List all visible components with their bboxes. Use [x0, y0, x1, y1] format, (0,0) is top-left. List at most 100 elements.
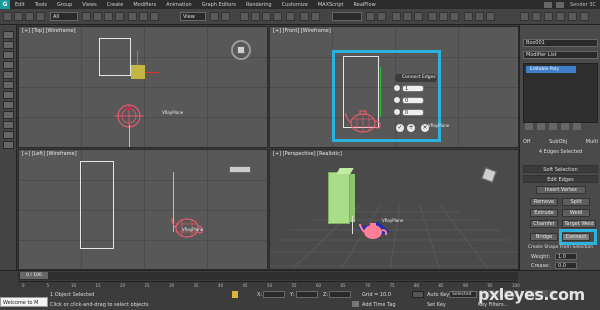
display-tab-icon[interactable]: [568, 12, 577, 21]
lock-icon[interactable]: [232, 291, 238, 298]
menu-customize[interactable]: Customize: [277, 2, 313, 8]
named-selection-icon[interactable]: [286, 12, 295, 21]
manipulate-icon[interactable]: [221, 12, 230, 21]
viewcube-icon[interactable]: [231, 40, 251, 60]
slide-field[interactable]: 0: [402, 109, 424, 116]
viewport-perspective[interactable]: [+] [Perspective] [Realistic] VRayPlane: [269, 149, 519, 270]
link-icon[interactable]: [25, 12, 34, 21]
time-tag-icon[interactable]: [352, 301, 359, 307]
off-option[interactable]: Off: [523, 138, 530, 146]
set-key-button[interactable]: Set Key: [427, 302, 446, 308]
align-icon[interactable]: [311, 12, 320, 21]
weld-button[interactable]: Weld: [562, 209, 590, 217]
named-selection-set-select[interactable]: [332, 12, 362, 21]
lb-geometry-icon[interactable]: [3, 131, 14, 139]
lb-particles-icon[interactable]: [3, 141, 14, 149]
soft-selection-rollout[interactable]: Soft Selection: [523, 165, 598, 173]
slide-icon[interactable]: [393, 108, 401, 116]
viewport-left-label[interactable]: [+] [Left] [Wireframe]: [22, 151, 77, 157]
menu-modifiers[interactable]: Modifiers: [128, 2, 161, 8]
make-unique-icon[interactable]: [549, 123, 557, 130]
layer-manager-icon[interactable]: [366, 12, 375, 21]
vray-icon[interactable]: [475, 12, 484, 21]
render-setup-icon[interactable]: [428, 12, 437, 21]
target-weld-button[interactable]: Target Weld: [562, 220, 596, 228]
material-editor-icon[interactable]: [414, 12, 423, 21]
lb-rotate-icon[interactable]: [3, 51, 14, 59]
chamfer-button[interactable]: Chamfer: [530, 220, 558, 228]
weight-field[interactable]: 1.0: [555, 253, 577, 260]
menu-graph-editors[interactable]: Graph Editors: [197, 2, 241, 8]
auto-key-icon[interactable]: [412, 291, 424, 298]
lb-camera-icon[interactable]: [3, 71, 14, 79]
x-field[interactable]: [263, 291, 285, 298]
z-field[interactable]: [329, 291, 351, 298]
menu-views[interactable]: Views: [77, 2, 101, 8]
mirror-icon[interactable]: [300, 12, 309, 21]
viewport-left[interactable]: [+] [Left] [Wireframe] VRayPlane: [18, 149, 268, 270]
reference-coord-select[interactable]: View: [180, 12, 206, 21]
create-tab-icon[interactable]: [520, 12, 529, 21]
pinch-icon[interactable]: [393, 96, 401, 104]
move-icon[interactable]: [128, 12, 137, 21]
angle-snap-icon[interactable]: [251, 12, 260, 21]
caddy-ok-button[interactable]: ✓: [396, 124, 404, 132]
show-end-result-icon[interactable]: [537, 123, 545, 130]
rotate-icon[interactable]: [139, 12, 148, 21]
menu-edit[interactable]: Edit: [10, 2, 30, 8]
remove-button[interactable]: Remove: [530, 198, 558, 206]
undo-icon[interactable]: [3, 12, 12, 21]
modifier-list-select[interactable]: Modifier List: [523, 51, 598, 59]
app-logo-icon[interactable]: G: [0, 0, 10, 9]
lb-space-warp-icon[interactable]: [3, 111, 14, 119]
selection-filter-select[interactable]: All: [50, 12, 78, 21]
render-icon[interactable]: [450, 12, 459, 21]
viewcube-left-icon[interactable]: [229, 166, 251, 173]
add-time-tag-button[interactable]: Add Time Tag: [362, 302, 396, 308]
lb-select-icon[interactable]: [3, 31, 14, 39]
window-crossing-icon[interactable]: [115, 12, 124, 21]
lb-scale-icon[interactable]: [3, 61, 14, 69]
redo-icon[interactable]: [14, 12, 23, 21]
pivot-icon[interactable]: [210, 12, 219, 21]
pin-stack-icon[interactable]: [525, 123, 533, 130]
rendered-frame-icon[interactable]: [439, 12, 448, 21]
select-object-icon[interactable]: [82, 12, 91, 21]
realflow-icon[interactable]: [486, 12, 495, 21]
menu-group[interactable]: Group: [52, 2, 77, 8]
subobj-option[interactable]: SubObj: [549, 138, 567, 146]
stack-item-editable-poly[interactable]: Editable Poly: [526, 66, 576, 73]
y-field[interactable]: [296, 291, 318, 298]
hierarchy-tab-icon[interactable]: [544, 12, 553, 21]
time-slider[interactable]: 0 / 100: [18, 272, 518, 280]
edit-edges-rollout[interactable]: Edit Edges: [523, 175, 598, 183]
menu-rendering[interactable]: Rendering: [241, 2, 277, 8]
insert-vertex-button[interactable]: Insert Vertex: [536, 186, 586, 194]
multi-option[interactable]: Multi: [586, 138, 598, 146]
percent-snap-icon[interactable]: [262, 12, 271, 21]
crease-field[interactable]: 0.0: [555, 262, 577, 269]
menu-create[interactable]: Create: [102, 2, 129, 8]
select-by-name-icon[interactable]: [93, 12, 102, 21]
auto-key-button[interactable]: Auto Key: [427, 292, 449, 298]
help-icon[interactable]: [556, 1, 564, 8]
caddy-cancel-button[interactable]: ×: [421, 124, 429, 132]
teapot-render-icon[interactable]: [464, 12, 473, 21]
lb-move-icon[interactable]: [3, 41, 14, 49]
schematic-view-icon[interactable]: [403, 12, 412, 21]
viewport-top[interactable]: [+] [Top] [Wireframe] VRayPlane: [18, 26, 268, 148]
region-select-icon[interactable]: [104, 12, 113, 21]
menu-maxscript[interactable]: MAXScript: [313, 2, 349, 8]
lb-light-icon[interactable]: [3, 81, 14, 89]
scale-icon[interactable]: [150, 12, 159, 21]
viewport-top-label[interactable]: [+] [Top] [Wireframe]: [22, 28, 76, 34]
lb-helper-icon[interactable]: [3, 91, 14, 99]
lb-systems-icon[interactable]: [3, 121, 14, 129]
pinch-field[interactable]: 0: [402, 97, 424, 104]
graphite-icon[interactable]: [377, 12, 386, 21]
viewport-front-label[interactable]: [+] [Front] [Wireframe]: [273, 28, 331, 34]
viewcube-persp-icon[interactable]: [480, 166, 500, 186]
timeline-ruler[interactable]: 0 5 10 15 20 25 30 35 40 45 50 55 60 65 70 75 80 85 90 95 10…: [18, 281, 520, 289]
unlink-icon[interactable]: [36, 12, 45, 21]
remove-modifier-icon[interactable]: [561, 123, 569, 130]
